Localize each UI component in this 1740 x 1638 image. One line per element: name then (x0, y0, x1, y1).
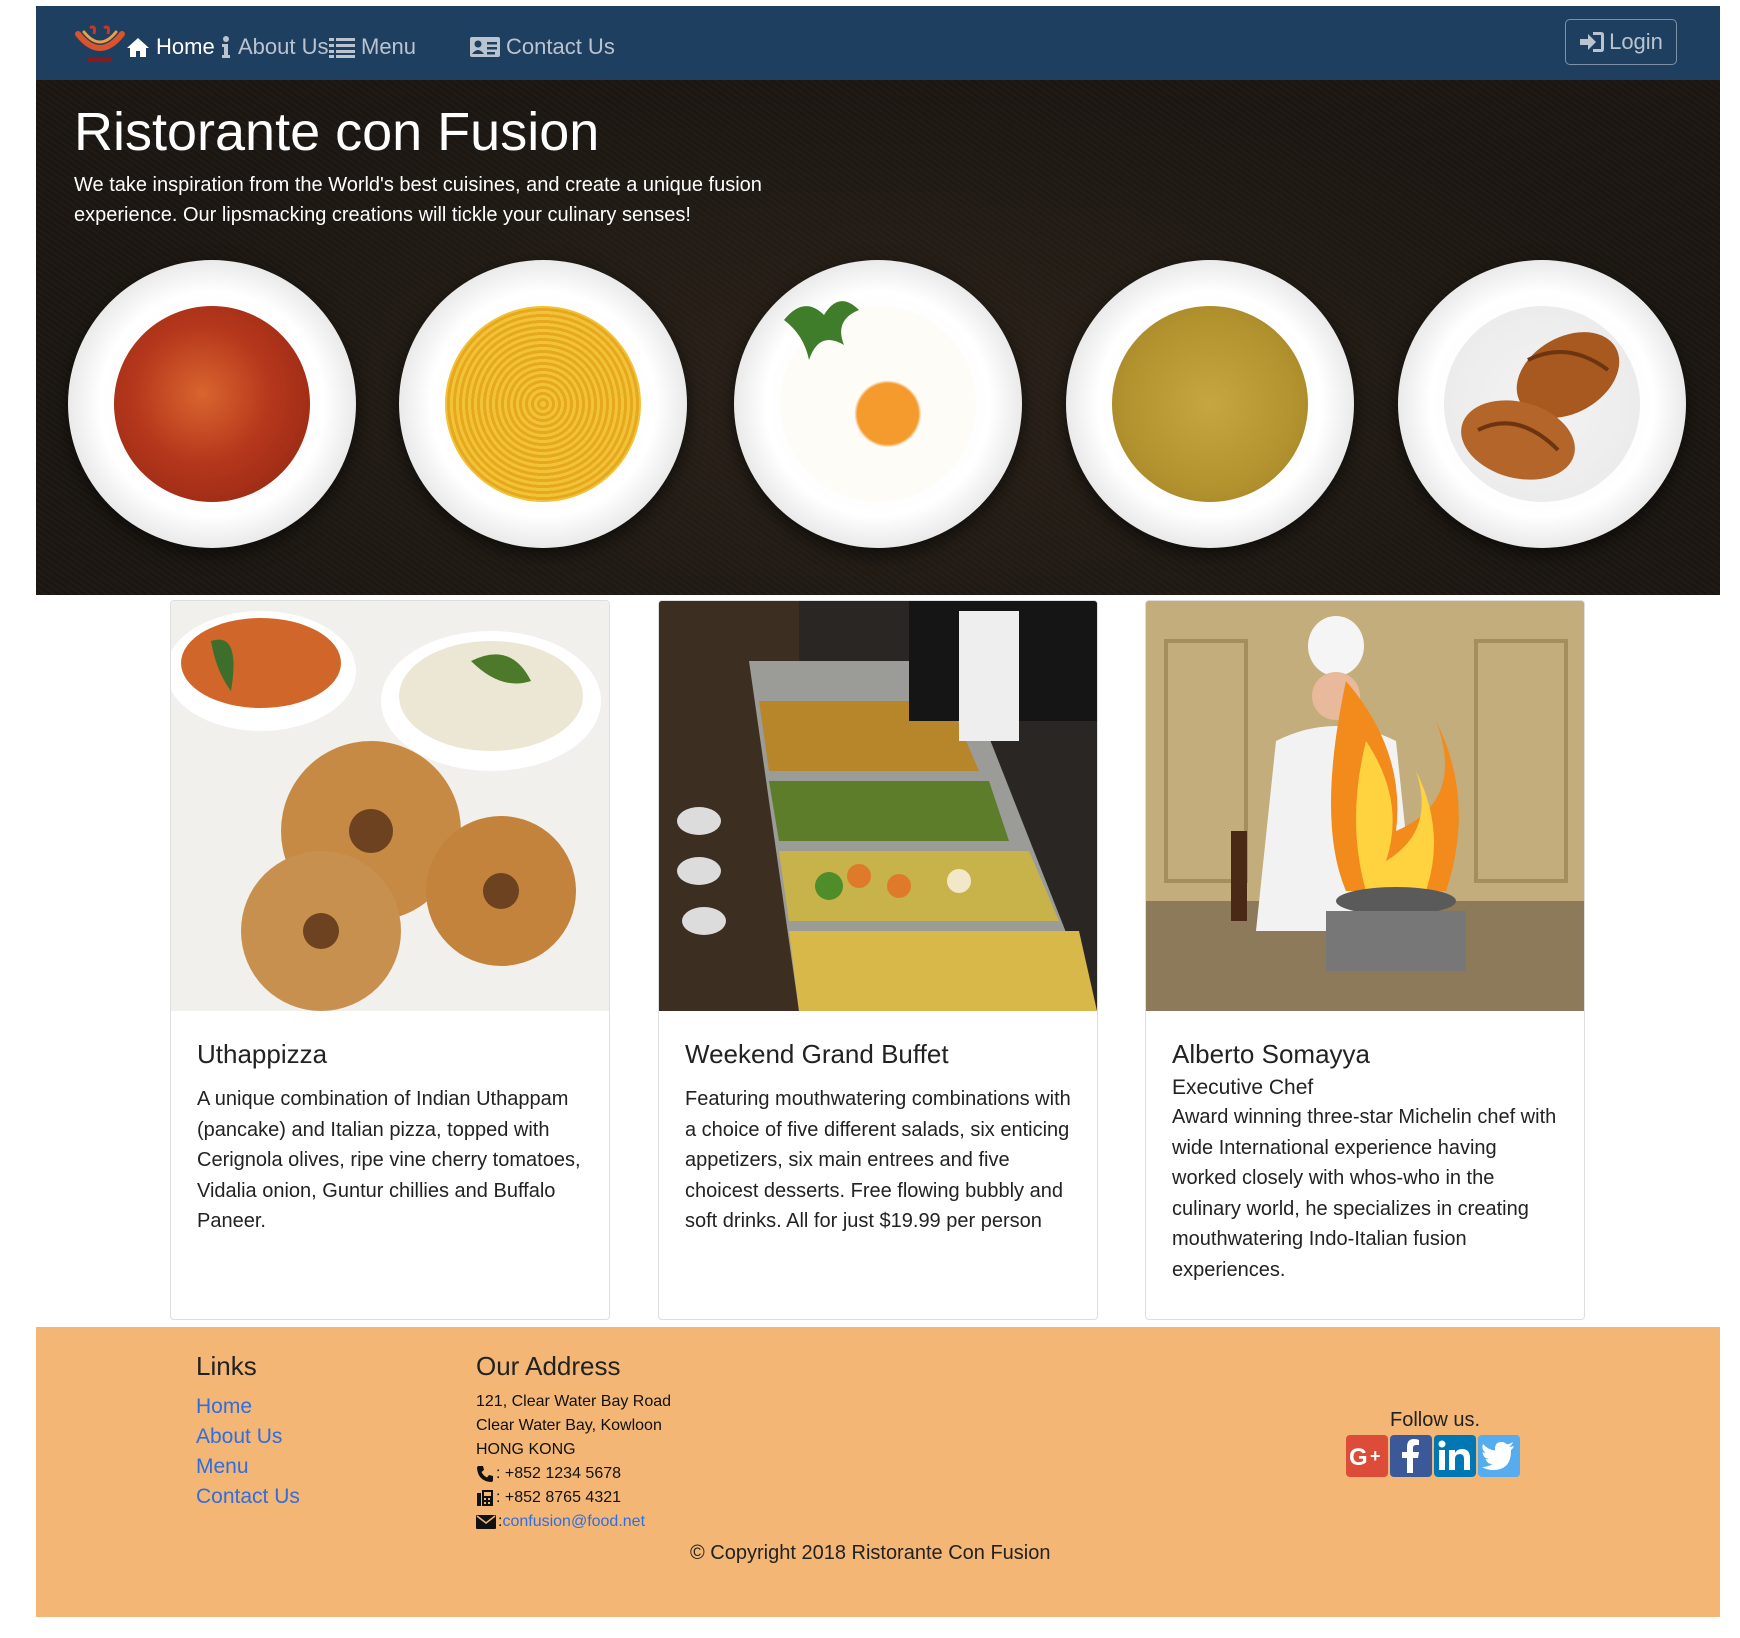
card-chef: Alberto Somayya Executive Chef Award win… (1145, 600, 1585, 1320)
address-heading: Our Address (476, 1351, 621, 1381)
nav-contact-label: Contact Us (506, 34, 615, 59)
email-link[interactable]: confusion@food.net (502, 1513, 645, 1531)
facebook-icon[interactable] (1390, 1435, 1432, 1477)
chef-image (1146, 601, 1584, 1011)
uthappizza-image (171, 601, 609, 1011)
nav-about[interactable]: About Us (220, 30, 329, 64)
address-card-icon (470, 37, 500, 57)
copyright: © Copyright 2018 Ristorante Con Fusion (690, 1542, 1051, 1564)
envelope-icon (476, 1515, 496, 1529)
nav-menu-label: Menu (361, 34, 417, 59)
google-plus-icon[interactable]: G + (1346, 1435, 1388, 1477)
info-icon (222, 36, 230, 58)
footer: Links Home About Us Menu Contact Us Our … (36, 1327, 1720, 1617)
address-line-2: Clear Water Bay, Kowloon (476, 1417, 662, 1434)
fax-line: : +852 8765 4321 (476, 1489, 621, 1507)
card-uthappizza: Uthappizza A unique combination of India… (170, 600, 610, 1320)
address-line-3: HONG KONG (476, 1441, 576, 1458)
restaurant-logo[interactable] (74, 24, 126, 68)
plate-croissant (1398, 260, 1686, 548)
list-icon (329, 38, 355, 58)
nav-contact[interactable]: Contact Us (470, 30, 615, 64)
card-weekend-buffet: Weekend Grand Buffet Featuring mouthwate… (658, 600, 1098, 1320)
links-heading: Links (196, 1351, 257, 1381)
login-button[interactable]: Login (1565, 19, 1677, 65)
buffet-image (659, 601, 1097, 1011)
phone-line: : +852 1234 5678 (476, 1465, 621, 1483)
plate-curry (1066, 260, 1354, 548)
nav-menu[interactable]: Menu (329, 30, 416, 64)
plate-egg (734, 260, 1022, 548)
card-text: Award winning three-star Michelin chef w… (1172, 1106, 1557, 1281)
fax-number: : +852 8765 4321 (496, 1489, 622, 1506)
plate-soup (68, 260, 356, 548)
login-label: Login (1609, 29, 1663, 54)
hero-banner: Ristorante con Fusion We take inspiratio… (36, 80, 1720, 595)
phone-icon (477, 1466, 493, 1482)
card-text: Featuring mouthwatering combinations wit… (685, 1088, 1071, 1232)
svg-text:G: G (1349, 1444, 1368, 1471)
card-title: Alberto Somayya (1172, 1039, 1370, 1069)
twitter-icon[interactable] (1478, 1435, 1520, 1477)
navbar: Home About Us Menu Contact Us Login (36, 6, 1720, 80)
plate-spaghetti (399, 260, 687, 548)
card-title: Weekend Grand Buffet (685, 1039, 949, 1069)
nav-home[interactable]: Home (126, 30, 215, 64)
footer-link-home[interactable]: Home (196, 1395, 252, 1419)
footer-link-menu[interactable]: Menu (196, 1455, 249, 1479)
card-subtitle: Executive Chef (1172, 1076, 1314, 1099)
card-title: Uthappizza (197, 1039, 328, 1069)
fax-icon (477, 1490, 493, 1506)
address-line-1: 121, Clear Water Bay Road (476, 1393, 672, 1410)
nav-home-label: Home (156, 34, 215, 59)
linkedin-icon[interactable] (1434, 1435, 1476, 1477)
nav-about-label: About Us (238, 34, 329, 59)
follow-us-label: Follow us. (1390, 1409, 1481, 1431)
email-line: : confusion@food.net (476, 1513, 645, 1531)
hero-text: We take inspiration from the World's bes… (74, 174, 762, 226)
hero-title: Ristorante con Fusion (74, 102, 600, 162)
svg-text:+: + (1370, 1446, 1381, 1466)
card-text: A unique combination of Indian Uthappam … (197, 1088, 581, 1232)
home-icon (127, 38, 149, 57)
phone-number: : +852 1234 5678 (496, 1465, 622, 1482)
sign-in-icon (1580, 32, 1605, 52)
footer-link-about[interactable]: About Us (196, 1425, 282, 1449)
footer-link-contact[interactable]: Contact Us (196, 1485, 300, 1509)
